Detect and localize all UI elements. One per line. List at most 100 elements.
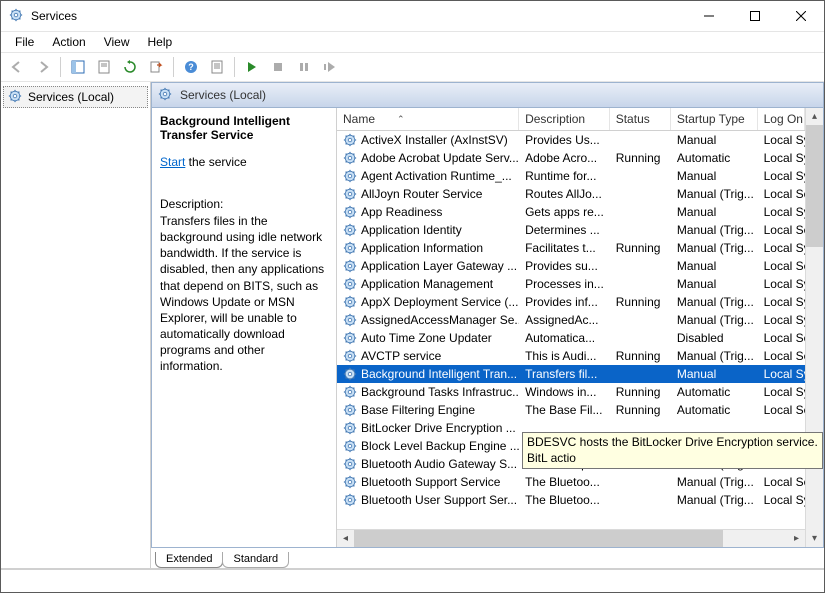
vertical-scrollbar[interactable]: ▴ ▾ [805, 108, 823, 547]
tab-extended[interactable]: Extended [155, 552, 223, 568]
gear-icon [343, 349, 357, 363]
horizontal-scrollbar[interactable]: ◂ ▸ [337, 529, 805, 547]
scroll-up-icon[interactable]: ▴ [806, 108, 823, 125]
service-name-text: Auto Time Zone Updater [361, 331, 492, 345]
list-body: ActiveX Installer (AxInstSV)Provides Us.… [337, 131, 805, 529]
service-desc-text: Gets apps re... [519, 203, 610, 221]
help-button[interactable]: ? [179, 55, 203, 79]
service-status-text [610, 491, 671, 509]
service-row[interactable]: Application ManagementProcesses in...Man… [337, 275, 805, 293]
nav-root-item[interactable]: Services (Local) [3, 86, 148, 108]
service-desc-text: This is Audi... [519, 347, 610, 365]
scroll-left-icon[interactable]: ◂ [337, 530, 354, 547]
service-desc-text: Provides Us... [519, 131, 610, 149]
service-desc-text: Routes AllJo... [519, 185, 610, 203]
services-window: Services File Action View Help ? Service [0, 0, 825, 593]
service-name-text: BitLocker Drive Encryption ... [361, 421, 516, 435]
detail-service-name: Background Intelligent Transfer Service [160, 114, 328, 143]
service-status-text [610, 473, 671, 491]
col-startup[interactable]: Startup Type [671, 108, 758, 130]
col-name[interactable]: Name⌃ [337, 108, 519, 130]
refresh-button[interactable] [118, 55, 142, 79]
gear-icon [343, 169, 357, 183]
service-row[interactable]: Application Layer Gateway ...Provides su… [337, 257, 805, 275]
service-row[interactable]: App ReadinessGets apps re...ManualLocal … [337, 203, 805, 221]
close-button[interactable] [778, 1, 824, 31]
service-name-text: AssignedAccessManager Se... [361, 313, 519, 327]
service-row[interactable]: ActiveX Installer (AxInstSV)Provides Us.… [337, 131, 805, 149]
start-service-link[interactable]: Start [160, 155, 185, 169]
menu-action[interactable]: Action [44, 33, 93, 51]
service-name-text: AllJoyn Router Service [361, 187, 482, 201]
service-logon-text: Local Se [758, 473, 805, 491]
scroll-right-icon[interactable]: ▸ [788, 530, 805, 547]
service-row[interactable]: Bluetooth Support ServiceThe Bluetoo...M… [337, 473, 805, 491]
start-service-button[interactable] [240, 55, 264, 79]
service-row[interactable]: AssignedAccessManager Se...AssignedAc...… [337, 311, 805, 329]
service-row[interactable]: Adobe Acrobat Update Serv...Adobe Acro..… [337, 149, 805, 167]
show-hide-tree-button[interactable] [66, 55, 90, 79]
service-logon-text: Local Se [758, 347, 805, 365]
service-name-text: Bluetooth User Support Ser... [361, 493, 517, 507]
service-status-text: Running [610, 149, 671, 167]
content-header: Services (Local) [151, 82, 824, 107]
service-startup-text: Manual [671, 365, 758, 383]
detail-pane: Background Intelligent Transfer Service … [152, 108, 337, 547]
bottom-tabs: Extended Standard [151, 548, 824, 568]
menu-help[interactable]: Help [140, 33, 181, 51]
menu-view[interactable]: View [96, 33, 138, 51]
service-status-text [610, 167, 671, 185]
restart-service-button[interactable] [318, 55, 342, 79]
gear-icon [343, 367, 357, 381]
service-startup-text: Manual (Trig... [671, 185, 758, 203]
col-status[interactable]: Status [610, 108, 671, 130]
service-name-text: App Readiness [361, 205, 442, 219]
gear-icon [343, 493, 357, 507]
service-status-text [610, 131, 671, 149]
service-name-text: Block Level Backup Engine ... [361, 439, 519, 453]
service-row[interactable]: AVCTP serviceThis is Audi...RunningManua… [337, 347, 805, 365]
service-row[interactable]: AllJoyn Router Service Routes AllJo... Man… [337, 185, 805, 203]
service-startup-text: Manual (Trig... [671, 293, 758, 311]
service-row[interactable]: Agent Activation Runtime_...Runtime for.… [337, 167, 805, 185]
scroll-down-icon[interactable]: ▾ [806, 530, 823, 547]
minimize-button[interactable] [686, 1, 732, 31]
tab-standard[interactable]: Standard [222, 552, 289, 568]
col-logon[interactable]: Log On [758, 108, 805, 130]
service-desc-text: Facilitates t... [519, 239, 610, 257]
service-logon-text: Local Sy [758, 275, 805, 293]
service-logon-text: Local Sy [758, 293, 805, 311]
service-row[interactable]: Background Intelligent Tran...Transfers … [337, 365, 805, 383]
service-startup-text: Manual (Trig... [671, 473, 758, 491]
right-pane: Services (Local) Background Intelligent … [151, 82, 824, 568]
service-row[interactable]: AppX Deployment Service (...Provides inf… [337, 293, 805, 311]
h-scroll-thumb[interactable] [354, 530, 723, 547]
service-logon-text: Local Se [758, 185, 805, 203]
gear-icon [8, 89, 24, 105]
service-row[interactable]: Bluetooth User Support Ser...The Bluetoo… [337, 491, 805, 509]
properties-2-button[interactable] [205, 55, 229, 79]
properties-button[interactable] [92, 55, 116, 79]
gear-icon [343, 259, 357, 273]
service-row[interactable]: Application InformationFacilitates t...R… [337, 239, 805, 257]
service-row[interactable]: Base Filtering EngineThe Base Fil...Runn… [337, 401, 805, 419]
service-row[interactable]: Background Tasks Infrastruc...Windows in… [337, 383, 805, 401]
export-button[interactable] [144, 55, 168, 79]
h-scroll-track[interactable] [354, 530, 788, 547]
v-scroll-track[interactable] [806, 125, 823, 530]
service-desc-text: Runtime for... [519, 167, 610, 185]
col-description[interactable]: Description [519, 108, 610, 130]
service-row[interactable]: Auto Time Zone UpdaterAutomatica...Disab… [337, 329, 805, 347]
v-scroll-thumb[interactable] [806, 125, 823, 247]
menu-file[interactable]: File [7, 33, 42, 51]
pause-service-button[interactable] [292, 55, 316, 79]
forward-button[interactable] [31, 55, 55, 79]
gear-icon [343, 295, 357, 309]
service-desc-text: The Bluetoo... [519, 473, 610, 491]
service-row[interactable]: Application IdentityDetermines ...Manual… [337, 221, 805, 239]
maximize-button[interactable] [732, 1, 778, 31]
service-logon-text: Local Sy [758, 149, 805, 167]
stop-service-button[interactable] [266, 55, 290, 79]
service-desc-text: Transfers fil... [519, 365, 610, 383]
back-button[interactable] [5, 55, 29, 79]
